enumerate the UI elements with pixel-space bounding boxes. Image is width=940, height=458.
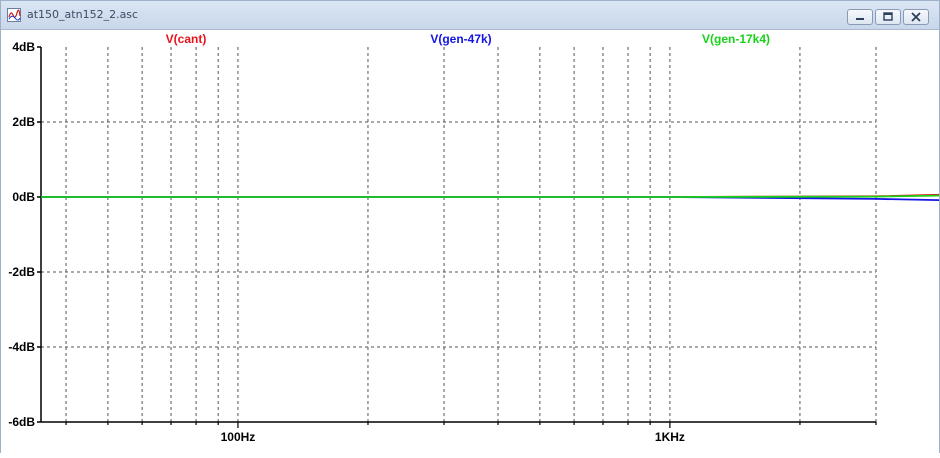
series-line (41, 196, 940, 202)
x-tick-label: 100Hz (221, 430, 256, 444)
bode-chart: V(cant) V(gen-47k) V(gen-17k4) 4dB 2dB 0dB -2… (8, 32, 940, 444)
legend-label: V(gen-17k4) (702, 32, 770, 46)
tick-layer: 4dB2dB0dB-2dB-4dB-6dB100Hz1KHz10KHz (8, 40, 877, 444)
maximize-icon (883, 12, 893, 21)
legend-layer: V(cant) V(gen-47k) V(gen-17k4) (166, 32, 770, 46)
title-bar[interactable]: at150_atn152_2.asc (1, 1, 939, 30)
minimize-button[interactable] (847, 9, 873, 25)
y-tick-label: -4dB (8, 340, 35, 354)
y-tick-label: -2dB (8, 265, 35, 279)
x-tick-label: 1KHz (655, 430, 685, 444)
maximize-button[interactable] (875, 9, 901, 25)
series-line (41, 193, 940, 198)
legend-label: V(cant) (166, 32, 207, 46)
y-tick-label: 2dB (12, 115, 35, 129)
waveform-window: at150_atn152_2.asc V(cant) V(gen-47k) V(ge… (0, 0, 940, 453)
y-tick-label: 4dB (12, 40, 35, 54)
y-tick-label: -6dB (8, 415, 35, 429)
series-line (41, 194, 940, 198)
series-layer (41, 193, 940, 202)
waveform-app-icon (7, 8, 21, 22)
legend-label: V(gen-47k) (430, 32, 491, 46)
axis-layer (40, 47, 876, 423)
minimize-icon (856, 18, 864, 20)
close-icon (911, 12, 921, 22)
grid-layer (41, 47, 877, 422)
close-button[interactable] (903, 9, 929, 25)
y-tick-label: 0dB (12, 190, 35, 204)
plot-area[interactable]: V(cant) V(gen-47k) V(gen-17k4) 4dB 2dB 0dB -2… (1, 30, 940, 453)
window-title: at150_atn152_2.asc (27, 8, 139, 21)
